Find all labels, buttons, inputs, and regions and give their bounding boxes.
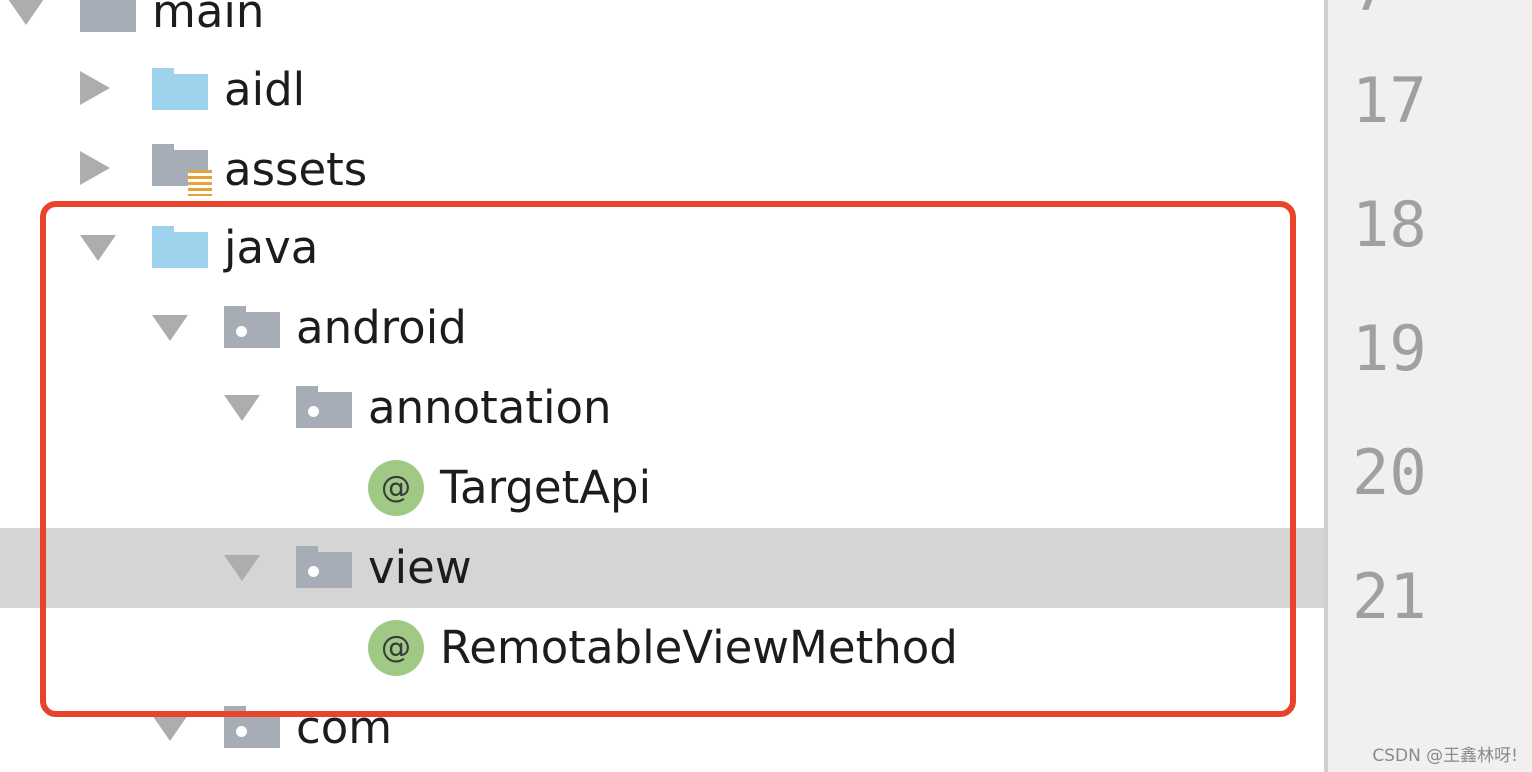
tree-item-view[interactable]: view (0, 528, 1324, 608)
line-number: 19 (1352, 312, 1427, 385)
watermark-text: CSDN @王鑫林呀! (1372, 746, 1518, 766)
editor-line-number-gutter: 7 17 18 19 20 21 (1324, 0, 1532, 772)
line-number: 21 (1352, 560, 1427, 633)
resource-folder-icon (152, 144, 212, 196)
tree-item-assets[interactable]: assets (0, 130, 1324, 210)
annotation-icon: @ (368, 460, 424, 516)
tree-item-label: java (224, 221, 319, 274)
tree-item-label: main (152, 0, 265, 38)
expand-arrow-icon[interactable] (80, 235, 116, 261)
line-number: 18 (1352, 188, 1427, 261)
tree-item-label: TargetApi (440, 461, 652, 514)
tree-item-label: assets (224, 143, 368, 196)
tree-item-main[interactable]: main (0, 0, 1324, 52)
tree-item-android[interactable]: android (0, 288, 1324, 368)
expand-arrow-icon[interactable] (224, 555, 260, 581)
tree-item-com[interactable]: com (0, 688, 1324, 768)
tree-item-label: view (368, 541, 472, 594)
line-number: 7 (1352, 0, 1389, 22)
tree-item-label: aidl (224, 63, 306, 116)
line-number: 20 (1352, 436, 1427, 509)
line-number: 17 (1352, 64, 1427, 137)
source-folder-icon (152, 68, 208, 110)
collapse-arrow-icon[interactable] (80, 71, 110, 105)
package-icon (224, 706, 280, 748)
tree-item-label: annotation (368, 381, 612, 434)
folder-icon (80, 0, 136, 32)
tree-item-aidl[interactable]: aidl (0, 50, 1324, 130)
tree-item-label: RemotableViewMethod (440, 621, 958, 674)
expand-arrow-icon[interactable] (152, 715, 188, 741)
tree-item-label: android (296, 301, 467, 354)
tree-item-annotation[interactable]: annotation (0, 368, 1324, 448)
expand-arrow-icon[interactable] (224, 395, 260, 421)
package-icon (296, 546, 352, 588)
package-icon (224, 306, 280, 348)
tree-item-remotableviewmethod[interactable]: @ RemotableViewMethod (0, 608, 1324, 688)
expand-arrow-icon[interactable] (8, 0, 44, 25)
expand-arrow-icon[interactable] (152, 315, 188, 341)
annotation-icon: @ (368, 620, 424, 676)
tree-item-label: com (296, 701, 393, 754)
collapse-arrow-icon[interactable] (80, 151, 110, 185)
package-icon (296, 386, 352, 428)
project-tree-panel: main aidl assets java android annotation… (0, 0, 1324, 772)
source-folder-icon (152, 226, 208, 268)
tree-item-java[interactable]: java (0, 208, 1324, 288)
tree-item-targetapi[interactable]: @ TargetApi (0, 448, 1324, 528)
